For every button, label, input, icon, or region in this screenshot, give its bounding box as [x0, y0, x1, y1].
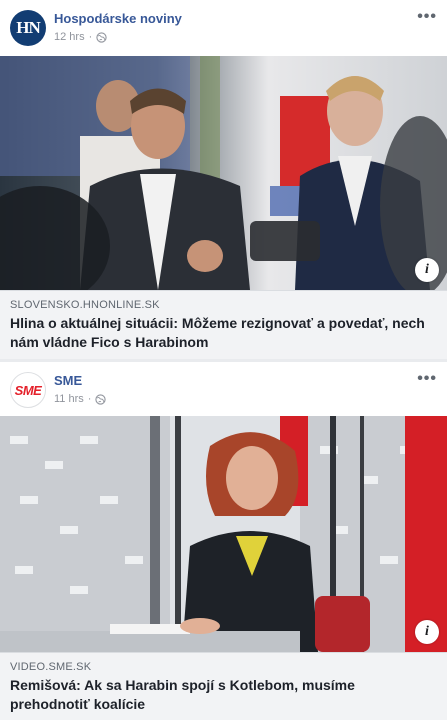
post-timestamp[interactable]: 12 hrs: [54, 31, 85, 43]
press-conference-photo: [0, 56, 447, 290]
page-name-link[interactable]: SME: [54, 373, 82, 388]
link-headline[interactable]: Remišová: Ak sa Harabin spojí s Kotlebom…: [10, 676, 437, 714]
page-avatar[interactable]: SME: [10, 372, 46, 408]
link-preview[interactable]: SLOVENSKO.HNONLINE.SK Hlina o aktuálnej …: [0, 290, 447, 359]
post-photo[interactable]: i: [0, 56, 447, 290]
more-options-button[interactable]: •••: [417, 8, 437, 26]
post-header: HN Hospodárske noviny 12 hrs · •••: [0, 0, 447, 56]
page-avatar[interactable]: HN: [10, 10, 46, 46]
link-headline[interactable]: Hlina o aktuálnej situácii: Môžeme rezig…: [10, 314, 437, 352]
post-timestamp[interactable]: 11 hrs: [54, 393, 84, 405]
more-options-button[interactable]: •••: [417, 370, 437, 388]
page-name-link[interactable]: Hospodárske noviny: [54, 11, 182, 26]
globe-icon[interactable]: [96, 31, 107, 43]
globe-icon[interactable]: [95, 393, 107, 405]
feed-post-hn: HN Hospodárske noviny 12 hrs · ••• i SLO…: [0, 0, 447, 359]
feed-post-sme: SME SME 11 hrs · ••• i VIDEO.SME.SK Remi…: [0, 362, 447, 720]
info-icon-button[interactable]: i: [415, 620, 439, 644]
post-meta: 11 hrs ·: [54, 393, 107, 405]
post-photo[interactable]: i: [0, 416, 447, 652]
studio-interview-photo: [0, 416, 447, 652]
link-preview[interactable]: VIDEO.SME.SK Remišová: Ak sa Harabin spo…: [0, 652, 447, 720]
post-header: SME SME 11 hrs · •••: [0, 362, 447, 418]
post-meta: 12 hrs ·: [54, 31, 107, 43]
info-icon-button[interactable]: i: [415, 258, 439, 282]
link-domain: SLOVENSKO.HNONLINE.SK: [10, 299, 160, 311]
link-domain: VIDEO.SME.SK: [10, 661, 92, 673]
